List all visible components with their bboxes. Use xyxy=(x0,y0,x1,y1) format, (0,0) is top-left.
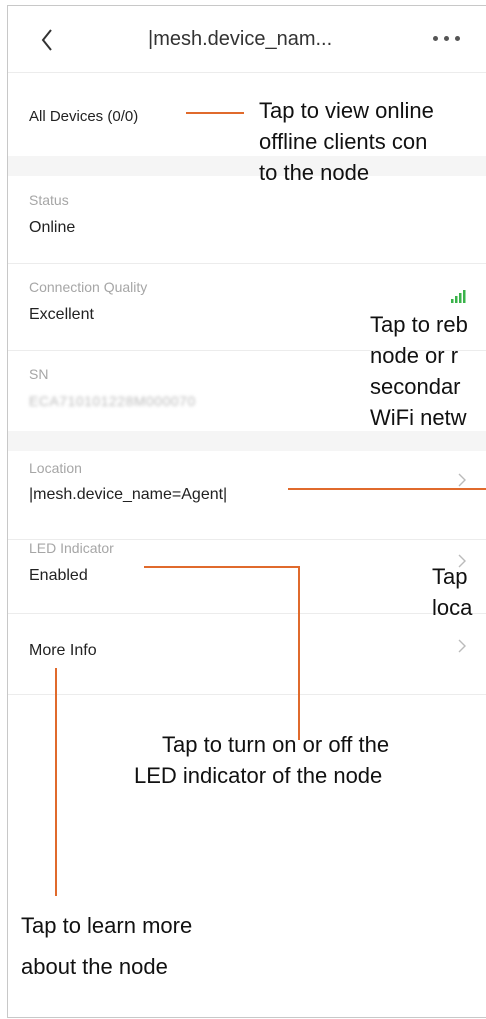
location-value: |mesh.device_name=Agent| xyxy=(29,486,228,503)
page-title: |mesh.device_nam... xyxy=(148,28,333,50)
more-info-label: More Info xyxy=(29,642,97,659)
more-info-row[interactable]: More Info xyxy=(8,614,486,694)
chevron-left-icon xyxy=(41,29,52,51)
dot-icon xyxy=(433,36,438,41)
dot-icon xyxy=(444,36,449,41)
annotation-all-devices-2: offline clients con xyxy=(259,129,428,154)
led-indicator-value: Enabled xyxy=(29,567,88,584)
status-row: Status Online xyxy=(8,176,486,263)
all-devices-label: All Devices (0/0) xyxy=(29,108,139,125)
annotation-reboot-1: Tap to reb xyxy=(370,312,468,337)
annotation-led-1: Tap to turn on or off the xyxy=(162,732,390,757)
status-value: Online xyxy=(29,219,76,236)
chevron-right-icon xyxy=(458,639,466,653)
annotation-all-devices-1: Tap to view online xyxy=(259,98,434,123)
led-indicator-row[interactable]: LED Indicator Enabled xyxy=(8,540,486,613)
app-screen: |mesh.device_nam... All Devices (0/0) St… xyxy=(7,5,486,1018)
location-label: Location xyxy=(29,460,82,476)
status-label: Status xyxy=(29,192,69,208)
location-row[interactable]: Location |mesh.device_name=Agent| xyxy=(8,451,486,539)
annotation-reboot-2: node or r xyxy=(370,343,459,368)
back-button[interactable] xyxy=(34,24,62,56)
sn-value: ECA710101228M000070 xyxy=(29,393,196,409)
section-gap xyxy=(8,156,486,176)
annotation-location-2: loca xyxy=(432,595,473,620)
annotation-reboot-4: WiFi netw xyxy=(370,405,467,430)
annotation-more-info-2: about the node xyxy=(21,954,168,979)
signal-strength-icon xyxy=(451,290,466,303)
led-indicator-label: LED Indicator xyxy=(29,540,114,556)
section-gap xyxy=(8,431,486,451)
sn-label: SN xyxy=(29,366,49,382)
divider xyxy=(8,694,486,695)
annotation-led-2: LED indicator of the node xyxy=(134,763,383,788)
annotation-reboot-3: secondar xyxy=(370,374,461,399)
connection-quality-value: Excellent xyxy=(29,306,94,323)
more-options-button[interactable] xyxy=(433,28,473,48)
top-bar: |mesh.device_nam... xyxy=(8,6,486,73)
annotation-more-info-1: Tap to learn more xyxy=(21,913,193,938)
dot-icon xyxy=(455,36,460,41)
connection-quality-label: Connection Quality xyxy=(29,279,148,295)
annotation-location-1: Tap xyxy=(432,564,468,589)
annotation-all-devices-3: to the node xyxy=(259,160,370,185)
chevron-right-icon xyxy=(458,473,466,487)
